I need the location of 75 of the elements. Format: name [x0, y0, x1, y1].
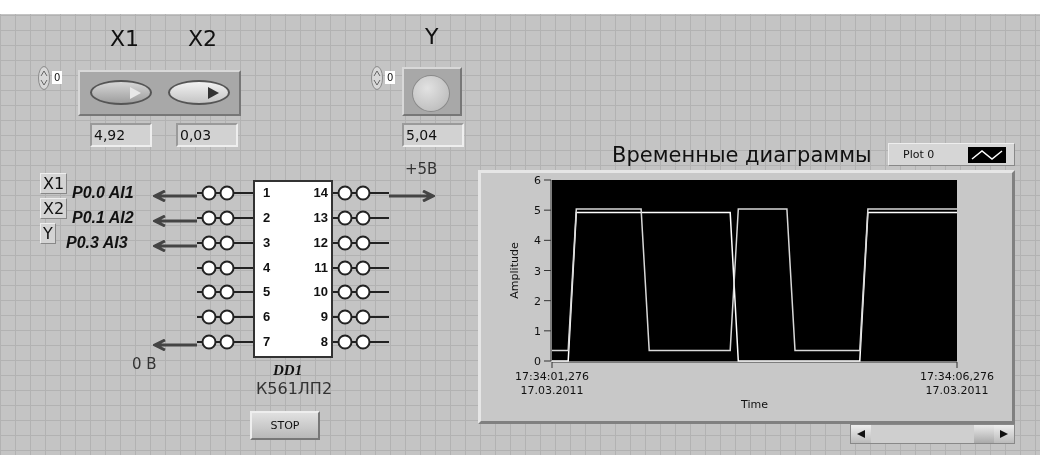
arrow-icon [389, 190, 435, 202]
scroll-thumb[interactable] [974, 425, 994, 443]
spinner-arrows-icon[interactable] [371, 66, 383, 90]
tick-label: 3 [534, 264, 541, 278]
plot-legend[interactable]: Plot 0 [888, 143, 1015, 166]
axis-label: Time [741, 398, 768, 411]
axis-label: Amplitude [508, 242, 521, 299]
pin-number: 5 [263, 284, 271, 300]
arrow-icon [153, 240, 197, 252]
voltage-label: +5B [405, 160, 438, 178]
tick-label: 0 [534, 355, 541, 368]
pin-connector-icon [197, 210, 253, 226]
channel-label: P0.1 AI2 [72, 208, 134, 228]
tick-label: 1 [534, 324, 541, 338]
pin-connector-icon [333, 334, 389, 350]
arrow-icon [153, 339, 197, 351]
tick-label: 17:34:01,276 17.03.2011 [515, 370, 589, 397]
numeric-readout: 5,04 [402, 123, 464, 147]
tick-label: 4 [534, 234, 541, 248]
left-arrow-icon [856, 429, 866, 439]
pin-connector-icon [197, 309, 253, 325]
pin-number: 14 [312, 185, 328, 201]
pin-number: 6 [263, 309, 271, 325]
tick-label: 6 [534, 174, 541, 187]
pin-number: 8 [319, 334, 328, 350]
line-style-icon [968, 146, 1006, 163]
control-label: X1 [110, 26, 140, 52]
pin-connector-icon [197, 284, 253, 300]
triangle-icon [206, 85, 220, 100]
index-display[interactable]: 0 [52, 71, 63, 84]
scrollbar[interactable] [850, 424, 1015, 444]
spinner-arrows-icon[interactable] [38, 66, 50, 90]
channel-label: P0.3 AI3 [66, 233, 128, 253]
pin-connector-icon [333, 210, 389, 226]
chip-part-number: К561ЛП2 [254, 379, 334, 398]
channel-label: P0.0 AI1 [72, 183, 134, 203]
pin-connector-icon [333, 235, 389, 251]
pin-number: 7 [263, 334, 271, 350]
chip-designator: DD1 [273, 362, 303, 379]
channel-tag: Y [40, 223, 56, 244]
channel-tag: X1 [40, 173, 68, 194]
triangle-icon [128, 85, 142, 100]
legend-label: Plot 0 [903, 148, 935, 161]
pin-number: 1 [263, 185, 271, 201]
tick-label: 2 [534, 294, 541, 308]
pin-connector-icon [333, 309, 389, 325]
numeric-readout: 0,03 [176, 123, 238, 147]
pin-number: 10 [312, 284, 328, 300]
indicator-label: Y [425, 24, 439, 50]
pin-connector-icon [197, 260, 253, 276]
pin-connector-icon [333, 260, 389, 276]
right-arrow-icon [999, 429, 1009, 439]
arrow-icon [153, 190, 197, 202]
control-label: X2 [188, 26, 218, 52]
pin-connector-icon [197, 334, 253, 350]
pin-number: 11 [313, 260, 328, 276]
tick-label: 17:34:06,276 17.03.2011 [920, 370, 994, 397]
voltage-label: 0 B [132, 355, 157, 373]
pin-number: 12 [312, 235, 328, 251]
index-display[interactable]: 0 [385, 71, 396, 84]
pin-number: 13 [312, 210, 328, 226]
numeric-readout: 4,92 [90, 123, 152, 147]
pin-number: 3 [263, 235, 271, 251]
pin-connector-icon [197, 185, 253, 201]
pin-number: 9 [319, 309, 328, 325]
pin-connector-icon [333, 185, 389, 201]
pin-number: 4 [263, 260, 271, 276]
tick-label: 5 [534, 204, 541, 218]
pin-connector-icon [197, 235, 253, 251]
pin-connector-icon [333, 284, 389, 300]
chart-title: Временные диаграммы [612, 142, 872, 168]
pin-number: 2 [263, 210, 271, 226]
channel-tag: X2 [40, 198, 68, 219]
arrow-icon [153, 215, 197, 227]
stop-button[interactable]: STOP [250, 411, 320, 440]
